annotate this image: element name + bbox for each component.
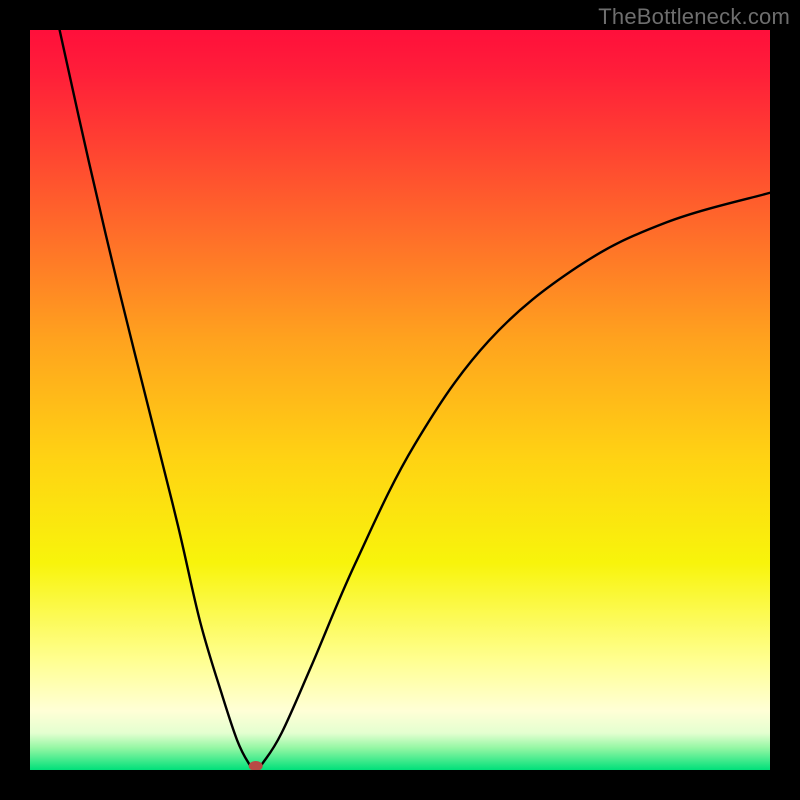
plot-background	[30, 30, 770, 770]
watermark-text: TheBottleneck.com	[598, 4, 790, 30]
bottleneck-chart	[30, 30, 770, 770]
chart-frame: TheBottleneck.com	[0, 0, 800, 800]
